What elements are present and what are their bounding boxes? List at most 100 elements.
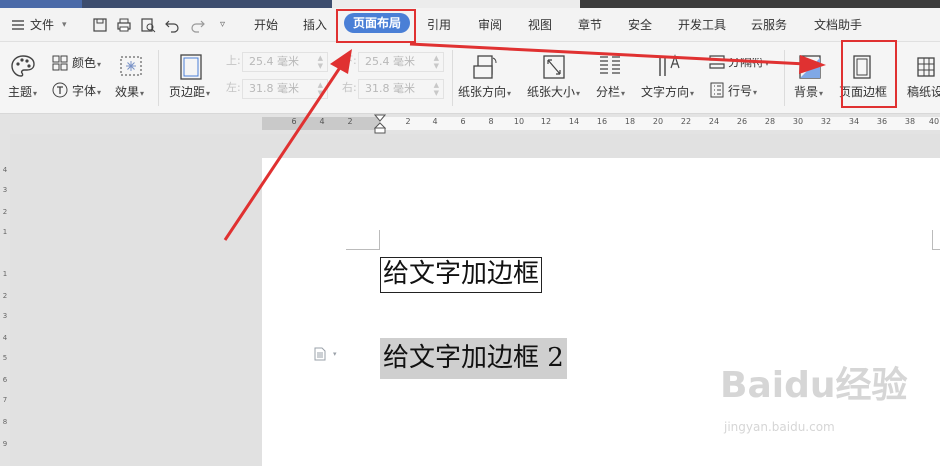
file-dropdown-icon[interactable]: ▾ — [62, 16, 67, 34]
margin-right-label: 右: — [342, 81, 357, 94]
effects-button[interactable]: 效果▾ — [115, 84, 144, 102]
margins-button[interactable]: 页边距▾ — [169, 84, 210, 102]
margin-top-spinner-icon[interactable]: ▲ ▼ — [318, 54, 323, 70]
effects-dropdown-icon: ▾ — [140, 89, 145, 98]
background-button[interactable]: 背景▾ — [794, 84, 823, 102]
quick-access-dropdown-icon[interactable]: ▿ — [220, 16, 225, 34]
ruler-tick: 1 — [2, 270, 8, 278]
save-icon[interactable] — [92, 17, 108, 33]
tab-sections[interactable]: 章节 — [578, 16, 602, 34]
bordered-text-line[interactable]: 给文字加边框 — [380, 257, 543, 293]
effects-icon[interactable] — [120, 56, 142, 76]
draft-paper-icon[interactable] — [916, 56, 936, 78]
text-direction-button[interactable]: 文字方向▾ — [641, 84, 694, 102]
ruler-tick: 9 — [2, 440, 8, 448]
orientation-label: 纸张方向 — [458, 85, 507, 99]
tab-developer-tools[interactable]: 开发工具 — [678, 16, 726, 34]
line-numbers-button[interactable]: 行号▾ — [728, 83, 757, 101]
margins-icon[interactable] — [180, 54, 202, 80]
tab-insert[interactable]: 插入 — [303, 16, 327, 34]
redo-icon[interactable] — [190, 17, 206, 33]
ruler-tick: 4 — [2, 166, 8, 174]
page-corner-mark — [932, 230, 940, 250]
columns-button[interactable]: 分栏▾ — [596, 84, 625, 102]
paper-size-button[interactable]: 纸张大小▾ — [527, 84, 580, 102]
shaded-text-line[interactable]: 给文字加边框 2 — [380, 338, 567, 379]
ruler-tick: 22 — [680, 117, 692, 126]
vertical-ruler[interactable]: 4 3 2 1 1 2 3 4 5 6 7 8 9 — [0, 134, 10, 466]
tab-security[interactable]: 安全 — [628, 16, 652, 34]
theme-label: 主题 — [8, 85, 33, 99]
title-tab-document[interactable] — [82, 0, 332, 8]
palette-icon[interactable] — [10, 54, 36, 78]
orientation-button[interactable]: 纸张方向▾ — [458, 84, 511, 102]
file-menu[interactable]: 文件 — [30, 16, 54, 34]
ruler-tick: 3 — [2, 312, 8, 320]
margin-left-input[interactable]: 31.8 毫米 ▲ ▼ — [242, 79, 328, 99]
text-direction-icon[interactable] — [656, 54, 682, 78]
ribbon-separator — [158, 50, 159, 106]
paragraph-handle-icon[interactable] — [314, 347, 326, 361]
line-numbers-label: 行号 — [728, 84, 753, 98]
paragraph-handle-dropdown-icon[interactable]: ▾ — [333, 350, 337, 358]
watermark-brand: Baidu经验 — [720, 365, 908, 406]
breaks-icon[interactable] — [708, 54, 726, 70]
orientation-dropdown-icon: ▾ — [507, 89, 512, 98]
print-preview-icon[interactable] — [140, 17, 156, 33]
ruler-tick: 2 — [347, 117, 353, 126]
background-icon[interactable] — [798, 54, 822, 80]
line-numbers-icon[interactable] — [710, 82, 724, 98]
ruler-tick: 8 — [488, 117, 494, 126]
ruler-tick: 4 — [2, 334, 8, 342]
breaks-button[interactable]: 分隔符▾ — [728, 58, 769, 72]
draft-paper-button[interactable]: 稿纸设 — [907, 84, 940, 100]
ruler-tick: 30 — [792, 117, 804, 126]
columns-label: 分栏 — [596, 85, 621, 99]
margin-bottom-spinner-icon[interactable]: ▲ ▼ — [434, 54, 439, 70]
tab-review[interactable]: 审阅 — [478, 16, 502, 34]
ruler-tick: 2 — [2, 208, 8, 216]
orientation-icon[interactable] — [472, 54, 498, 80]
ribbon-separator — [452, 50, 453, 106]
ruler-tick: 6 — [2, 376, 8, 384]
margin-bottom-input[interactable]: 25.4 毫米 ▲ ▼ — [358, 52, 444, 72]
margin-right-value: 31.8 毫米 — [365, 82, 415, 95]
ruler-tick: 4 — [432, 117, 438, 126]
document-page[interactable] — [262, 158, 940, 466]
indent-marker-icon[interactable] — [374, 114, 386, 134]
fonts-button[interactable]: 字体▾ — [72, 83, 101, 101]
tab-home[interactable]: 开始 — [254, 16, 278, 34]
colors-button[interactable]: 颜色▾ — [72, 55, 101, 73]
theme-button[interactable]: 主题▾ — [8, 84, 37, 102]
text-direction-label: 文字方向 — [641, 85, 690, 99]
columns-icon[interactable] — [598, 54, 622, 78]
paper-size-icon[interactable] — [542, 54, 566, 80]
paper-size-label: 纸张大小 — [527, 85, 576, 99]
tab-cloud-services[interactable]: 云服务 — [751, 16, 787, 34]
print-icon[interactable] — [116, 17, 132, 33]
tab-references[interactable]: 引用 — [427, 16, 451, 34]
hamburger-menu-icon[interactable] — [10, 17, 26, 33]
undo-icon[interactable] — [164, 17, 180, 33]
margin-top-input[interactable]: 25.4 毫米 ▲ ▼ — [242, 52, 328, 72]
fonts-dropdown-icon: ▾ — [97, 88, 102, 97]
margin-left-spinner-icon[interactable]: ▲ ▼ — [318, 81, 323, 97]
tab-doc-assistant[interactable]: 文档助手 — [814, 16, 862, 34]
effects-label: 效果 — [115, 85, 140, 99]
margin-right-spinner-icon[interactable]: ▲ ▼ — [434, 81, 439, 97]
fonts-icon[interactable] — [52, 82, 68, 98]
horizontal-ruler[interactable]: 6 4 2 2 4 6 8 10 12 14 16 18 20 22 24 26… — [0, 114, 940, 134]
paper-size-dropdown-icon: ▾ — [576, 89, 581, 98]
margin-top-label: 上: — [226, 54, 241, 67]
tab-view[interactable]: 视图 — [528, 16, 552, 34]
ribbon-toolbar: 主题▾ 颜色▾ 字体▾ 效果▾ 页边距▾ 上: 25.4 毫米 ▲ ▼ 左: 31.… — [0, 42, 940, 114]
ruler-tick: 4 — [319, 117, 325, 126]
title-tab-strip — [0, 0, 940, 8]
colors-icon[interactable] — [52, 55, 68, 71]
margin-right-input[interactable]: 31.8 毫米 ▲ ▼ — [358, 79, 444, 99]
title-tab-other[interactable] — [580, 0, 940, 8]
title-tab-home[interactable] — [0, 0, 82, 8]
margin-top-value: 25.4 毫米 — [249, 55, 299, 68]
margins-label: 页边距 — [169, 85, 206, 99]
colors-dropdown-icon: ▾ — [97, 60, 102, 69]
